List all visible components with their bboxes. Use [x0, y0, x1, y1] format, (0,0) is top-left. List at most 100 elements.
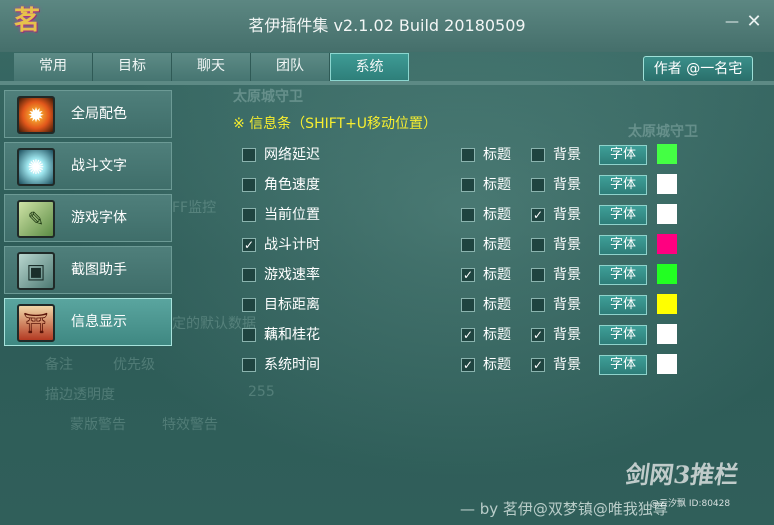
enable-checkbox[interactable] — [242, 178, 256, 192]
title-checkbox[interactable]: ✓ — [461, 328, 475, 342]
title-checkbox-label: 标题 — [483, 267, 511, 283]
enable-checkbox[interactable]: ✓ — [242, 238, 256, 252]
background-checkbox[interactable]: ✓ — [531, 208, 545, 222]
font-button[interactable]: 字体 — [599, 145, 647, 165]
info-row-label: 当前位置 — [264, 207, 320, 223]
info-row: 网络延迟 标题 背景 字体 — [242, 144, 682, 165]
ghost-buff-monitor: FF监控 — [172, 200, 217, 216]
title-checkbox[interactable] — [461, 148, 475, 162]
tab-chat[interactable]: 聊天 — [172, 53, 251, 81]
menu-item-game-font[interactable]: ✎ 游戏字体 — [4, 194, 172, 242]
burst-icon: ✺ — [17, 148, 55, 186]
color-swatch[interactable] — [657, 354, 677, 374]
font-button[interactable]: 字体 — [599, 235, 647, 255]
title-checkbox[interactable]: ✓ — [461, 358, 475, 372]
background-checkbox-label: 背景 — [553, 237, 581, 253]
info-row-label: 目标距离 — [264, 297, 320, 313]
menu-item-screenshot[interactable]: ▣ 截图助手 — [4, 246, 172, 294]
tab-target[interactable]: 目标 — [93, 53, 172, 81]
background-checkbox[interactable] — [531, 148, 545, 162]
enable-checkbox[interactable] — [242, 328, 256, 342]
enable-checkbox[interactable] — [242, 148, 256, 162]
background-checkbox-label: 背景 — [553, 357, 581, 373]
close-button[interactable]: ✕ — [744, 12, 764, 32]
enable-checkbox[interactable] — [242, 358, 256, 372]
menu-item-info-display[interactable]: ⛩ 信息显示 — [4, 298, 172, 346]
title-checkbox[interactable] — [461, 178, 475, 192]
info-row-label: 系统时间 — [264, 357, 320, 373]
background-checkbox[interactable] — [531, 178, 545, 192]
menu-item-label: 战斗文字 — [71, 158, 127, 174]
watermark-id: @云汐飘 ID:80428 — [650, 499, 731, 509]
info-row: 当前位置 标题 ✓ 背景 字体 — [242, 204, 682, 225]
title-checkbox-label: 标题 — [483, 357, 511, 373]
title-checkbox-label: 标题 — [483, 297, 511, 313]
info-row-label: 藕和桂花 — [264, 327, 320, 343]
color-swatch[interactable] — [657, 174, 677, 194]
info-row-label: 角色速度 — [264, 177, 320, 193]
color-swatch[interactable] — [657, 324, 677, 344]
section-title: ※ 信息条（SHIFT+U移动位置） — [233, 116, 438, 132]
title-checkbox-label: 标题 — [483, 147, 511, 163]
color-swatch[interactable] — [657, 264, 677, 284]
menu-item-label: 游戏字体 — [71, 210, 127, 226]
tab-system[interactable]: 系统 — [330, 53, 409, 81]
tab-team[interactable]: 团队 — [251, 53, 330, 81]
color-swatch[interactable] — [657, 204, 677, 224]
enable-checkbox[interactable] — [242, 268, 256, 282]
color-swatch[interactable] — [657, 144, 677, 164]
menu-item-label: 截图助手 — [71, 262, 127, 278]
title-bar: 茗 茗伊插件集 v2.1.02 Build 20180509 — ✕ — [0, 0, 774, 52]
ghost-warn-mask: 蒙版警告 — [70, 417, 126, 433]
background-checkbox-label: 背景 — [553, 147, 581, 163]
pavilion-icon: ⛩ — [17, 304, 55, 342]
title-checkbox[interactable] — [461, 208, 475, 222]
title-checkbox[interactable] — [461, 238, 475, 252]
title-checkbox-label: 标题 — [483, 177, 511, 193]
background-checkbox[interactable] — [531, 298, 545, 312]
info-row: 角色速度 标题 背景 字体 — [242, 174, 682, 195]
ghost-npc-name: 太原城守卫 — [233, 89, 303, 105]
background-checkbox[interactable]: ✓ — [531, 358, 545, 372]
menu-item-combat-text[interactable]: ✺ 战斗文字 — [4, 142, 172, 190]
info-row: 目标距离 标题 背景 字体 — [242, 294, 682, 315]
background-checkbox-label: 背景 — [553, 327, 581, 343]
enable-checkbox[interactable] — [242, 208, 256, 222]
ghost-warn-effect: 特效警告 — [162, 417, 218, 433]
enable-checkbox[interactable] — [242, 298, 256, 312]
info-row: 藕和桂花 ✓ 标题 ✓ 背景 字体 — [242, 324, 682, 345]
color-swatch[interactable] — [657, 294, 677, 314]
ghost-npc-name-2: 太原城守卫 — [628, 124, 698, 140]
title-checkbox[interactable] — [461, 298, 475, 312]
background-checkbox[interactable]: ✓ — [531, 328, 545, 342]
ghost-opacity-value: 255 — [248, 384, 275, 400]
ghost-priority: 优先级 — [113, 357, 155, 373]
menu-item-global-color[interactable]: ✹ 全局配色 — [4, 90, 172, 138]
menu-item-label: 全局配色 — [71, 106, 127, 122]
author-button[interactable]: 作者 @一名宅 — [643, 56, 753, 82]
watermark-logo: 剑网3推栏 — [623, 460, 741, 489]
window-title: 茗伊插件集 v2.1.02 Build 20180509 — [248, 16, 526, 35]
font-button[interactable]: 字体 — [599, 205, 647, 225]
color-swatch[interactable] — [657, 234, 677, 254]
font-button[interactable]: 字体 — [599, 265, 647, 285]
minimize-button[interactable]: — — [722, 12, 742, 32]
background-checkbox[interactable] — [531, 238, 545, 252]
font-button[interactable]: 字体 — [599, 325, 647, 345]
camera-icon: ▣ — [17, 252, 55, 290]
info-row-label: 战斗计时 — [264, 237, 320, 253]
brush-icon: ✎ — [17, 200, 55, 238]
title-checkbox[interactable]: ✓ — [461, 268, 475, 282]
info-row: 系统时间 ✓ 标题 ✓ 背景 字体 — [242, 354, 682, 375]
font-button[interactable]: 字体 — [599, 175, 647, 195]
info-row-label: 游戏速率 — [264, 267, 320, 283]
tab-common[interactable]: 常用 — [14, 53, 93, 81]
menu-item-label: 信息显示 — [71, 314, 127, 330]
font-button[interactable]: 字体 — [599, 355, 647, 375]
font-button[interactable]: 字体 — [599, 295, 647, 315]
footer-credit: — by 茗伊@双梦镇@唯我独尊 — [460, 500, 668, 518]
title-checkbox-label: 标题 — [483, 207, 511, 223]
background-checkbox[interactable] — [531, 268, 545, 282]
background-checkbox-label: 背景 — [553, 297, 581, 313]
ghost-opacity-label: 描边透明度 — [45, 387, 115, 403]
